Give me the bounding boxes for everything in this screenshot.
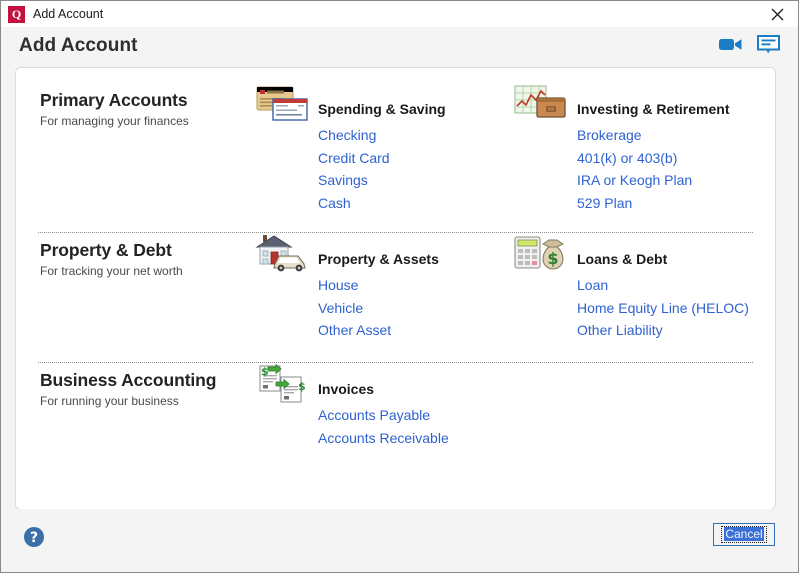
account-link-house[interactable]: House [318,274,358,297]
list-item: 401(k) or 403(b) [577,147,692,170]
list-item: Other Asset [318,319,391,342]
credit-card-and-check-icon [254,84,310,124]
list-item: Cash [318,192,390,215]
section-label: Business Accounting For running your bus… [40,370,255,408]
help-question-icon: ? [24,527,44,547]
group-header: $ $ Invoices [254,363,449,404]
title-bar: Q Add Account [1,1,798,28]
chat-bubble-icon[interactable] [757,35,780,54]
add-account-dialog: Q Add Account Add Account Primary Accoun… [0,0,799,573]
dialog-header: Add Account [2,27,798,67]
account-link-other-liability[interactable]: Other Liability [577,319,663,342]
close-icon [771,8,783,20]
list-item: Accounts Receivable [318,427,449,450]
section-primary-accounts: Primary Accounts For managing your finan… [16,85,775,232]
account-type-card: Primary Accounts For managing your finan… [15,67,776,510]
cancel-button[interactable]: Cancel [713,523,775,546]
video-icon[interactable] [719,36,743,53]
account-link-brokerage[interactable]: Brokerage [577,124,642,147]
account-link-heloc[interactable]: Home Equity Line (HELOC) [577,297,749,320]
house-and-car-icon [254,234,310,274]
account-link-ira[interactable]: IRA or Keogh Plan [577,169,692,192]
list-item: Vehicle [318,297,391,320]
dialog-footer: ? Cancel [2,509,798,571]
section-divider [38,232,753,233]
section-subtitle: For tracking your net worth [40,264,183,278]
account-link-accounts-receivable[interactable]: Accounts Receivable [318,427,449,450]
group-title: Spending & Saving [318,101,446,117]
account-link-cash[interactable]: Cash [318,192,351,215]
account-link-credit-card[interactable]: Credit Card [318,147,390,170]
window-title: Add Account [33,7,104,21]
account-link-checking[interactable]: Checking [318,124,376,147]
page-title: Add Account [19,35,138,56]
cancel-button-label: Cancel [724,527,764,541]
section-subtitle: For running your business [40,394,179,408]
list-item: Checking [318,124,390,147]
help-button[interactable]: ? [23,526,45,548]
svg-text:$: $ [261,365,269,378]
section-title: Primary Accounts [40,90,188,110]
list-item: Brokerage [577,124,692,147]
account-link-loan[interactable]: Loan [577,274,608,297]
group-invoices: $ $ Invoices Accounts Payable Accounts R… [254,363,449,449]
section-label: Primary Accounts For managing your finan… [40,90,255,128]
group-link-list: House Vehicle Other Asset [254,274,391,342]
svg-text:$: $ [547,249,558,268]
list-item: Home Equity Line (HELOC) [577,297,749,320]
group-title: Property & Assets [318,251,439,267]
list-item: Credit Card [318,147,390,170]
group-header: Spending & Saving [254,86,446,124]
group-loans-and-debt: $ Loans & Debt Loan Home Equity Line (HE… [513,236,749,342]
account-link-vehicle[interactable]: Vehicle [318,297,363,320]
account-link-401k[interactable]: 401(k) or 403(b) [577,147,677,170]
account-link-accounts-payable[interactable]: Accounts Payable [318,404,430,427]
chart-and-briefcase-icon [513,84,569,124]
close-button[interactable] [756,1,798,27]
list-item: Loan [577,274,749,297]
group-header: Property & Assets [254,235,439,274]
group-investing-and-retirement: Investing & Retirement Brokerage 401(k) … [513,85,729,214]
invoice-documents-icon: $ $ [254,363,310,404]
focus-outline: Cancel [721,526,767,543]
account-link-other-asset[interactable]: Other Asset [318,319,391,342]
list-item: House [318,274,391,297]
group-link-list: Checking Credit Card Savings Cash [254,124,390,214]
group-link-list: Brokerage 401(k) or 403(b) IRA or Keogh … [513,124,692,214]
list-item: IRA or Keogh Plan [577,169,692,192]
section-title: Property & Debt [40,240,172,260]
group-spending-and-saving: Spending & Saving Checking Credit Card S… [254,86,446,214]
section-title: Business Accounting [40,370,217,390]
section-label: Property & Debt For tracking your net wo… [40,240,255,278]
quicken-logo-icon: Q [8,5,25,23]
group-link-list: Loan Home Equity Line (HELOC) Other Liab… [513,274,749,342]
account-link-savings[interactable]: Savings [318,169,368,192]
header-icon-group [719,35,780,54]
section-divider [38,362,753,363]
group-title: Investing & Retirement [577,101,730,117]
list-item: 529 Plan [577,192,692,215]
list-item: Accounts Payable [318,404,449,427]
account-link-529[interactable]: 529 Plan [577,192,632,215]
svg-text:$: $ [298,380,306,393]
section-property-and-debt: Property & Debt For tracking your net wo… [16,235,775,360]
group-header: Investing & Retirement [513,85,729,124]
list-item: Other Liability [577,319,749,342]
list-item: Savings [318,169,390,192]
calculator-and-money-bag-icon: $ [513,234,569,274]
group-property-and-assets: Property & Assets House Vehicle Other As… [254,235,439,342]
group-header: $ Loans & Debt [513,236,749,274]
svg-text:?: ? [30,530,38,546]
section-business-accounting: Business Accounting For running your bus… [16,363,775,480]
group-title: Loans & Debt [577,251,668,267]
section-subtitle: For managing your finances [40,114,189,128]
group-title: Invoices [318,381,375,397]
group-link-list: Accounts Payable Accounts Receivable [254,404,449,449]
